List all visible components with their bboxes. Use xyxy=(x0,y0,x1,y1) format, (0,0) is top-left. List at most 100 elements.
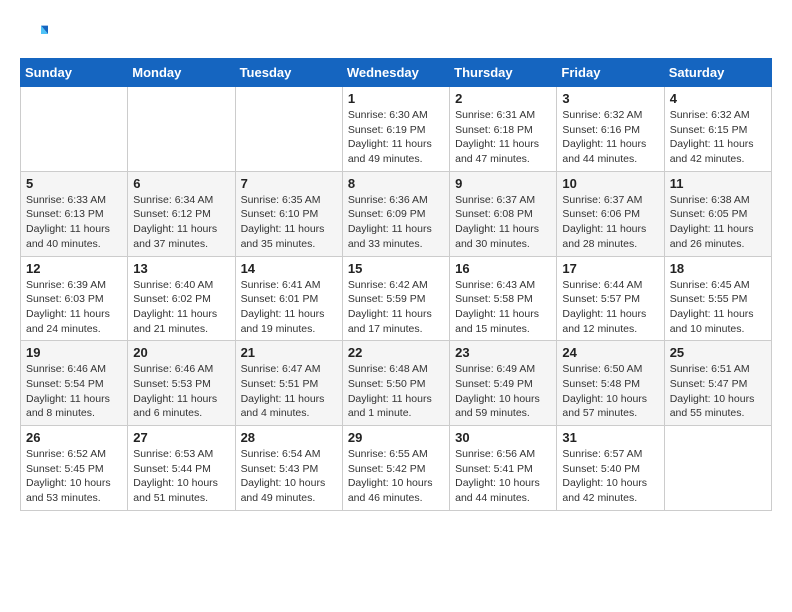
day-number: 27 xyxy=(133,430,229,445)
day-number: 10 xyxy=(562,176,658,191)
weekday-header: Tuesday xyxy=(235,59,342,87)
weekday-header: Saturday xyxy=(664,59,771,87)
weekday-row: SundayMondayTuesdayWednesdayThursdayFrid… xyxy=(21,59,772,87)
calendar-cell: 23 Sunrise: 6:49 AMSunset: 5:49 PMDaylig… xyxy=(450,341,557,426)
day-info: Sunrise: 6:42 AMSunset: 5:59 PMDaylight:… xyxy=(348,278,444,337)
day-info: Sunrise: 6:37 AMSunset: 6:08 PMDaylight:… xyxy=(455,193,551,252)
day-number: 16 xyxy=(455,261,551,276)
calendar-cell: 6 Sunrise: 6:34 AMSunset: 6:12 PMDayligh… xyxy=(128,171,235,256)
day-number: 12 xyxy=(26,261,122,276)
day-number: 18 xyxy=(670,261,766,276)
calendar-cell: 12 Sunrise: 6:39 AMSunset: 6:03 PMDaylig… xyxy=(21,256,128,341)
day-info: Sunrise: 6:33 AMSunset: 6:13 PMDaylight:… xyxy=(26,193,122,252)
logo xyxy=(20,20,52,48)
day-info: Sunrise: 6:37 AMSunset: 6:06 PMDaylight:… xyxy=(562,193,658,252)
day-info: Sunrise: 6:32 AMSunset: 6:16 PMDaylight:… xyxy=(562,108,658,167)
calendar-cell: 31 Sunrise: 6:57 AMSunset: 5:40 PMDaylig… xyxy=(557,426,664,511)
calendar-week-row: 19 Sunrise: 6:46 AMSunset: 5:54 PMDaylig… xyxy=(21,341,772,426)
day-number: 2 xyxy=(455,91,551,106)
day-info: Sunrise: 6:54 AMSunset: 5:43 PMDaylight:… xyxy=(241,447,337,506)
calendar-cell: 10 Sunrise: 6:37 AMSunset: 6:06 PMDaylig… xyxy=(557,171,664,256)
calendar-cell: 22 Sunrise: 6:48 AMSunset: 5:50 PMDaylig… xyxy=(342,341,449,426)
calendar-cell: 28 Sunrise: 6:54 AMSunset: 5:43 PMDaylig… xyxy=(235,426,342,511)
day-number: 7 xyxy=(241,176,337,191)
calendar-week-row: 5 Sunrise: 6:33 AMSunset: 6:13 PMDayligh… xyxy=(21,171,772,256)
calendar-cell: 16 Sunrise: 6:43 AMSunset: 5:58 PMDaylig… xyxy=(450,256,557,341)
day-number: 20 xyxy=(133,345,229,360)
day-number: 3 xyxy=(562,91,658,106)
day-number: 15 xyxy=(348,261,444,276)
day-info: Sunrise: 6:30 AMSunset: 6:19 PMDaylight:… xyxy=(348,108,444,167)
day-number: 29 xyxy=(348,430,444,445)
day-info: Sunrise: 6:32 AMSunset: 6:15 PMDaylight:… xyxy=(670,108,766,167)
weekday-header: Sunday xyxy=(21,59,128,87)
logo-icon xyxy=(20,20,48,48)
day-info: Sunrise: 6:36 AMSunset: 6:09 PMDaylight:… xyxy=(348,193,444,252)
calendar-cell: 8 Sunrise: 6:36 AMSunset: 6:09 PMDayligh… xyxy=(342,171,449,256)
calendar-cell: 7 Sunrise: 6:35 AMSunset: 6:10 PMDayligh… xyxy=(235,171,342,256)
day-number: 28 xyxy=(241,430,337,445)
weekday-header: Friday xyxy=(557,59,664,87)
day-info: Sunrise: 6:46 AMSunset: 5:53 PMDaylight:… xyxy=(133,362,229,421)
day-info: Sunrise: 6:38 AMSunset: 6:05 PMDaylight:… xyxy=(670,193,766,252)
calendar-week-row: 26 Sunrise: 6:52 AMSunset: 5:45 PMDaylig… xyxy=(21,426,772,511)
day-info: Sunrise: 6:52 AMSunset: 5:45 PMDaylight:… xyxy=(26,447,122,506)
calendar-cell xyxy=(235,87,342,172)
weekday-header: Thursday xyxy=(450,59,557,87)
calendar-cell: 15 Sunrise: 6:42 AMSunset: 5:59 PMDaylig… xyxy=(342,256,449,341)
calendar-cell: 9 Sunrise: 6:37 AMSunset: 6:08 PMDayligh… xyxy=(450,171,557,256)
day-info: Sunrise: 6:43 AMSunset: 5:58 PMDaylight:… xyxy=(455,278,551,337)
day-info: Sunrise: 6:47 AMSunset: 5:51 PMDaylight:… xyxy=(241,362,337,421)
day-info: Sunrise: 6:48 AMSunset: 5:50 PMDaylight:… xyxy=(348,362,444,421)
day-number: 31 xyxy=(562,430,658,445)
weekday-header: Monday xyxy=(128,59,235,87)
calendar-cell: 20 Sunrise: 6:46 AMSunset: 5:53 PMDaylig… xyxy=(128,341,235,426)
calendar-cell: 29 Sunrise: 6:55 AMSunset: 5:42 PMDaylig… xyxy=(342,426,449,511)
day-number: 1 xyxy=(348,91,444,106)
day-number: 6 xyxy=(133,176,229,191)
day-info: Sunrise: 6:49 AMSunset: 5:49 PMDaylight:… xyxy=(455,362,551,421)
day-info: Sunrise: 6:45 AMSunset: 5:55 PMDaylight:… xyxy=(670,278,766,337)
day-info: Sunrise: 6:55 AMSunset: 5:42 PMDaylight:… xyxy=(348,447,444,506)
day-info: Sunrise: 6:50 AMSunset: 5:48 PMDaylight:… xyxy=(562,362,658,421)
day-info: Sunrise: 6:31 AMSunset: 6:18 PMDaylight:… xyxy=(455,108,551,167)
page-header xyxy=(20,20,772,48)
day-info: Sunrise: 6:57 AMSunset: 5:40 PMDaylight:… xyxy=(562,447,658,506)
calendar-cell: 21 Sunrise: 6:47 AMSunset: 5:51 PMDaylig… xyxy=(235,341,342,426)
day-number: 19 xyxy=(26,345,122,360)
calendar-cell: 24 Sunrise: 6:50 AMSunset: 5:48 PMDaylig… xyxy=(557,341,664,426)
day-info: Sunrise: 6:53 AMSunset: 5:44 PMDaylight:… xyxy=(133,447,229,506)
day-number: 5 xyxy=(26,176,122,191)
day-number: 21 xyxy=(241,345,337,360)
calendar-cell: 1 Sunrise: 6:30 AMSunset: 6:19 PMDayligh… xyxy=(342,87,449,172)
day-number: 17 xyxy=(562,261,658,276)
day-number: 8 xyxy=(348,176,444,191)
calendar-cell: 25 Sunrise: 6:51 AMSunset: 5:47 PMDaylig… xyxy=(664,341,771,426)
day-number: 11 xyxy=(670,176,766,191)
calendar-cell: 27 Sunrise: 6:53 AMSunset: 5:44 PMDaylig… xyxy=(128,426,235,511)
calendar-cell: 18 Sunrise: 6:45 AMSunset: 5:55 PMDaylig… xyxy=(664,256,771,341)
calendar-cell: 19 Sunrise: 6:46 AMSunset: 5:54 PMDaylig… xyxy=(21,341,128,426)
weekday-header: Wednesday xyxy=(342,59,449,87)
calendar-week-row: 1 Sunrise: 6:30 AMSunset: 6:19 PMDayligh… xyxy=(21,87,772,172)
day-info: Sunrise: 6:56 AMSunset: 5:41 PMDaylight:… xyxy=(455,447,551,506)
calendar-cell: 14 Sunrise: 6:41 AMSunset: 6:01 PMDaylig… xyxy=(235,256,342,341)
day-number: 13 xyxy=(133,261,229,276)
calendar-header: SundayMondayTuesdayWednesdayThursdayFrid… xyxy=(21,59,772,87)
day-number: 25 xyxy=(670,345,766,360)
day-info: Sunrise: 6:35 AMSunset: 6:10 PMDaylight:… xyxy=(241,193,337,252)
day-info: Sunrise: 6:41 AMSunset: 6:01 PMDaylight:… xyxy=(241,278,337,337)
day-number: 24 xyxy=(562,345,658,360)
day-number: 9 xyxy=(455,176,551,191)
day-info: Sunrise: 6:46 AMSunset: 5:54 PMDaylight:… xyxy=(26,362,122,421)
day-number: 14 xyxy=(241,261,337,276)
day-info: Sunrise: 6:40 AMSunset: 6:02 PMDaylight:… xyxy=(133,278,229,337)
day-number: 4 xyxy=(670,91,766,106)
calendar-cell xyxy=(21,87,128,172)
day-info: Sunrise: 6:34 AMSunset: 6:12 PMDaylight:… xyxy=(133,193,229,252)
day-info: Sunrise: 6:39 AMSunset: 6:03 PMDaylight:… xyxy=(26,278,122,337)
calendar-cell: 17 Sunrise: 6:44 AMSunset: 5:57 PMDaylig… xyxy=(557,256,664,341)
calendar-body: 1 Sunrise: 6:30 AMSunset: 6:19 PMDayligh… xyxy=(21,87,772,511)
day-info: Sunrise: 6:44 AMSunset: 5:57 PMDaylight:… xyxy=(562,278,658,337)
calendar-cell: 2 Sunrise: 6:31 AMSunset: 6:18 PMDayligh… xyxy=(450,87,557,172)
